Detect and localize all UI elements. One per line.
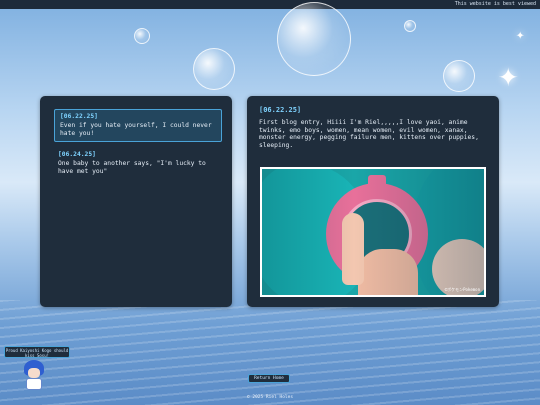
avatar (22, 360, 46, 392)
entry-card-selected[interactable]: [06.22.25] Even if you hate yourself, I … (54, 109, 222, 142)
image-credit: ©ポケモンPokemon (444, 287, 480, 292)
entry-card[interactable]: [06.24.25] One baby to another says, "I'… (58, 151, 218, 176)
return-home-button[interactable]: Return Home (248, 374, 290, 383)
bubble-decoration (277, 2, 351, 76)
avatar-caption: Proud Kaiyoshi Kogo should kiss Sosu! (4, 346, 70, 358)
blog-post: [06.22.25] First blog entry, Hiiii I'm R… (259, 106, 489, 150)
bubble-decoration (193, 48, 235, 90)
bubble-decoration (404, 20, 416, 32)
entry-text: Even if you hate yourself, I could never… (60, 122, 212, 137)
best-viewed-notice: This website is best viewed (454, 1, 536, 7)
blog-post-panel: [06.22.25] First blog entry, Hiiii I'm R… (247, 96, 499, 307)
entries-sidebar: [06.22.25] Even if you hate yourself, I … (40, 96, 232, 307)
footer-copyright: © 2025 Riel Holes (246, 395, 294, 400)
water-reflection (0, 300, 540, 405)
post-image: ©ポケモンPokemon (260, 167, 486, 297)
bubble-decoration (443, 60, 475, 92)
bubble-decoration (134, 28, 150, 44)
entry-date: [06.22.25] (60, 113, 98, 120)
post-date: [06.22.25] (259, 106, 302, 114)
entry-date: [06.24.25] (58, 151, 96, 158)
top-bar: This website is best viewed (0, 0, 540, 9)
post-body: First blog entry, Hiiii I'm Riel,,,,,I l… (259, 118, 479, 150)
entry-text: One baby to another says, "I'm lucky to … (58, 160, 206, 175)
sparkle-icon: ✦ (498, 55, 519, 95)
sparkle-icon: ✦ (516, 27, 525, 43)
